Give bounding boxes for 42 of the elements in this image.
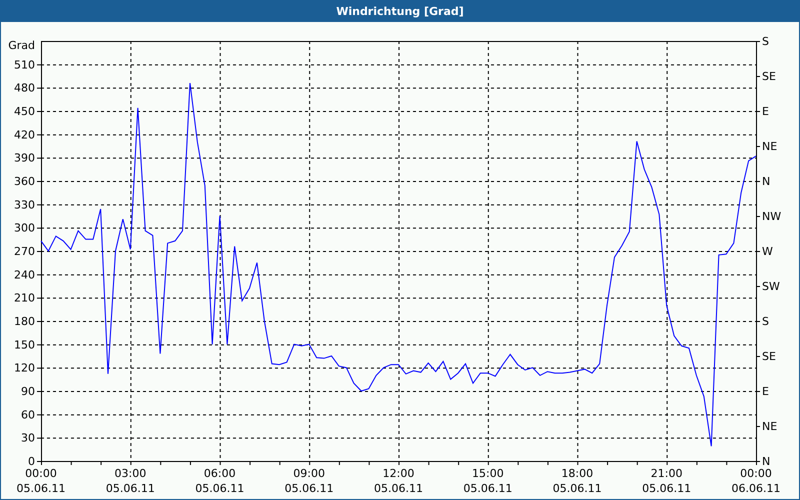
x-tick-label: 00:00 05.06.11 bbox=[16, 467, 66, 495]
y-tick-label: 30 bbox=[21, 432, 35, 445]
direction-tick-label: S bbox=[762, 315, 769, 328]
x-tick-label: 15:00 05.06.11 bbox=[463, 467, 512, 495]
y-tick-label: 240 bbox=[14, 268, 35, 282]
direction-tick-label: SW bbox=[762, 280, 780, 293]
x-tick-label: 12:00 05.06.11 bbox=[374, 467, 423, 495]
y-tick-label: 300 bbox=[14, 222, 35, 235]
y-tick-label: 150 bbox=[14, 338, 35, 352]
y-tick-label: 210 bbox=[14, 292, 35, 305]
direction-tick-label: NE bbox=[762, 140, 778, 153]
direction-tick-label: SE bbox=[762, 70, 776, 83]
y-tick-label: 0 bbox=[28, 455, 35, 468]
y-tick-label: 480 bbox=[14, 82, 35, 95]
y-axis-label: Grad bbox=[8, 39, 35, 52]
direction-tick-label: N bbox=[762, 455, 770, 468]
direction-tick-label: E bbox=[762, 105, 769, 118]
y-tick-label: 360 bbox=[14, 175, 35, 188]
y-tick-label: 330 bbox=[14, 198, 35, 212]
x-tick-label: 03:00 05.06.11 bbox=[106, 467, 155, 495]
y-tick-label: 420 bbox=[14, 128, 35, 142]
x-tick-label: 21:00 05.06.11 bbox=[642, 467, 692, 495]
direction-tick-label: NW bbox=[762, 210, 782, 223]
y-tick-label: 120 bbox=[14, 362, 35, 375]
direction-tick-label: SE bbox=[762, 350, 776, 363]
y-tick-label: 60 bbox=[21, 408, 35, 422]
direction-tick-label: NE bbox=[762, 420, 778, 433]
y-tick-label: 90 bbox=[21, 385, 35, 398]
y-tick-label: 270 bbox=[14, 245, 35, 258]
y-tick-label: 450 bbox=[14, 105, 35, 118]
x-tick-label: 06:00 05.06.11 bbox=[195, 467, 244, 495]
x-tick-label: 00:00 06.06.11 bbox=[732, 467, 780, 495]
y-tick-label: 180 bbox=[14, 315, 35, 328]
y-tick-label: 510 bbox=[14, 58, 35, 72]
y-tick-label: 390 bbox=[14, 152, 35, 165]
direction-tick-label: N bbox=[762, 175, 770, 188]
x-tick-label: 18:00 05.06.11 bbox=[552, 467, 602, 495]
direction-tick-label: E bbox=[762, 385, 769, 398]
x-tick-label: 09:00 05.06.11 bbox=[284, 467, 334, 495]
window-title: Windrichtung [Grad] bbox=[1, 1, 799, 22]
direction-tick-label: S bbox=[762, 35, 769, 48]
direction-tick-label: W bbox=[762, 245, 773, 258]
